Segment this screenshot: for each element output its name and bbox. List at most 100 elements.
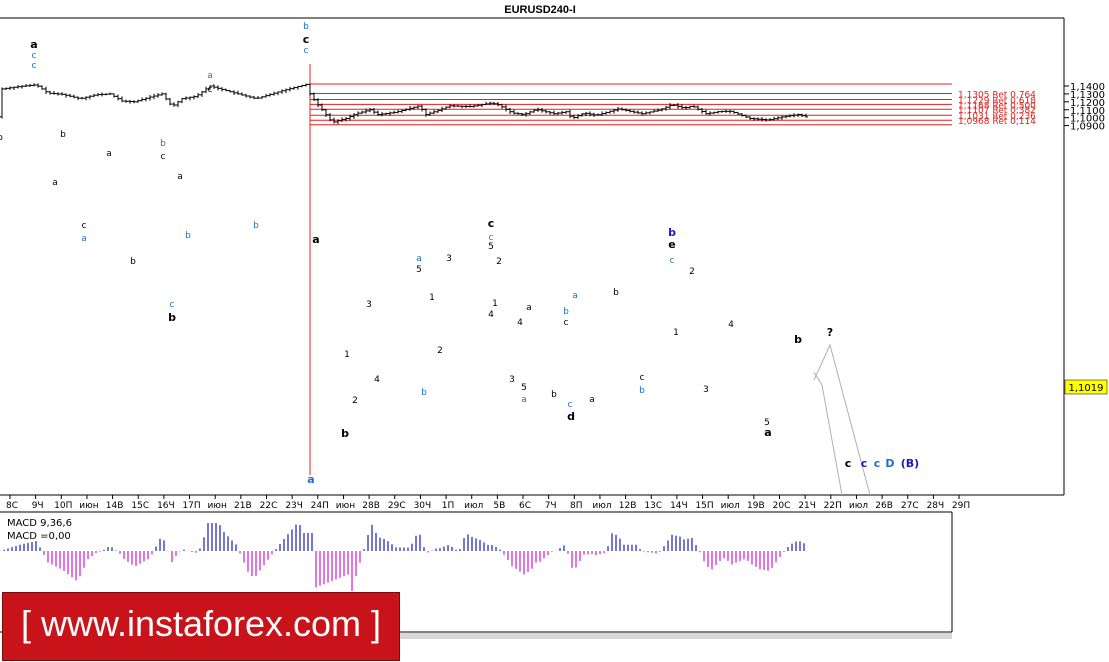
wave-label: 5 xyxy=(521,383,527,393)
x-tick-label: 30Ч xyxy=(414,501,432,511)
wave-label: 5 xyxy=(488,242,494,252)
wave-label: b xyxy=(60,130,66,140)
wave-label: c xyxy=(640,373,645,383)
x-tick-label: 17П xyxy=(182,501,200,511)
x-tick-label: 21В xyxy=(234,501,252,511)
wave-label: c xyxy=(208,85,213,95)
wave-label: 4 xyxy=(374,375,380,385)
wave-label: c xyxy=(861,457,868,470)
wave-label: 3 xyxy=(703,385,709,395)
wave-label: b xyxy=(341,427,349,440)
wave-label: 2 xyxy=(437,346,443,356)
wave-label: a xyxy=(207,71,213,81)
instaforex-watermark: [ www.instaforex.com ] xyxy=(2,592,400,661)
x-tick-label: 10П xyxy=(54,501,72,511)
wave-label: 4 xyxy=(517,318,523,328)
wave-label: e xyxy=(668,238,675,251)
wave-label: b xyxy=(0,133,3,143)
x-tick-label: 6С xyxy=(519,501,531,511)
wave-label: c xyxy=(304,46,309,56)
wave-label: c xyxy=(170,300,175,310)
macd-value: MACD =0,00 xyxy=(7,531,71,542)
wave-label: 2 xyxy=(352,396,358,406)
x-tick-label: июн xyxy=(336,501,355,511)
x-tick-label: 13С xyxy=(644,501,662,511)
wave-label: b xyxy=(130,257,136,267)
wave-label: c xyxy=(845,457,852,470)
x-tick-label: 23Ч xyxy=(285,501,303,511)
x-tick-label: 7Ч xyxy=(545,501,557,511)
x-tick-label: 15С xyxy=(131,501,149,511)
x-tick-label: 21Ч xyxy=(798,501,816,511)
wave-label: a xyxy=(312,233,319,246)
wave-label: 1 xyxy=(429,293,435,303)
wave-label: a xyxy=(52,178,58,188)
wave-label: a xyxy=(106,149,112,159)
x-tick-label: 8С xyxy=(6,501,18,511)
wave-label: d xyxy=(567,410,575,423)
x-tick-label: 12В xyxy=(619,501,637,511)
wave-label: a xyxy=(764,426,771,439)
x-tick-label: июл xyxy=(592,501,611,511)
x-tick-label: июн xyxy=(208,501,227,511)
wave-label: c xyxy=(303,33,310,46)
x-tick-label: 15П xyxy=(695,501,713,511)
scrollbar-strip xyxy=(400,633,952,639)
x-tick-label: 8П xyxy=(570,501,583,511)
wave-label: 3 xyxy=(509,375,515,385)
chart-title: EURUSD240-I xyxy=(504,4,576,16)
x-tick-label: 14В xyxy=(106,501,124,511)
macd-title: MACD 9,36,6 xyxy=(7,518,72,529)
wave-label: a xyxy=(526,303,532,313)
x-tick-label: 28В xyxy=(362,501,380,511)
wave-label: 4 xyxy=(488,310,494,320)
wave-label: a xyxy=(572,291,578,301)
wave-label: 1 xyxy=(673,328,679,338)
fib-level-label: 1,0968 Ret 0,114 xyxy=(958,117,1036,127)
x-tick-label: 16Ч xyxy=(157,501,175,511)
wave-label: c xyxy=(564,318,569,328)
wave-label: c xyxy=(488,217,495,230)
wave-label: 1 xyxy=(492,299,498,309)
x-tick-label: 20С xyxy=(773,501,791,511)
wave-label: c xyxy=(568,400,573,410)
wave-label: (B) xyxy=(901,457,919,470)
x-tick-label: 22П xyxy=(824,501,842,511)
x-tick-label: июл xyxy=(721,501,740,511)
x-tick-label: 5В xyxy=(493,501,505,511)
wave-label: a xyxy=(521,395,527,405)
x-tick-label: 29С xyxy=(388,501,406,511)
wave-label: b xyxy=(185,231,191,241)
x-tick-label: 14Ч xyxy=(670,501,688,511)
wave-label: c xyxy=(32,61,37,71)
wave-label: a xyxy=(307,473,314,486)
wave-label: b xyxy=(551,390,557,400)
x-tick-label: июн xyxy=(79,501,98,511)
wave-label: b xyxy=(639,386,645,396)
wave-label: b xyxy=(613,288,619,298)
wave-label: 5 xyxy=(416,265,422,275)
wave-label: c xyxy=(82,221,87,231)
x-tick-label: 9Ч xyxy=(32,501,44,511)
x-tick-label: июл xyxy=(464,501,483,511)
x-tick-label: 27С xyxy=(901,501,919,511)
watermark-text: [ www.instaforex.com ] xyxy=(20,603,382,644)
wave-label: b xyxy=(168,311,176,324)
x-tick-label: 26В xyxy=(875,501,893,511)
x-tick-label: 19В xyxy=(747,501,765,511)
wave-label: c xyxy=(670,256,675,266)
current-price-marker: 1,1019 xyxy=(1064,379,1108,395)
wave-label: c xyxy=(161,152,166,162)
wave-label: D xyxy=(885,457,894,470)
wave-label: 3 xyxy=(446,254,452,264)
wave-label: 3 xyxy=(366,300,372,310)
current-price-label: 1,1019 xyxy=(1069,383,1104,394)
x-tick-label: 1П xyxy=(442,501,455,511)
wave-label: a xyxy=(589,395,595,405)
wave-label: b xyxy=(421,388,427,398)
wave-label: 2 xyxy=(496,257,502,267)
wave-label: 2 xyxy=(689,267,695,277)
wave-label: c xyxy=(32,51,37,61)
x-tick-label: 28Ч xyxy=(927,501,945,511)
x-tick-label: 22С xyxy=(260,501,278,511)
